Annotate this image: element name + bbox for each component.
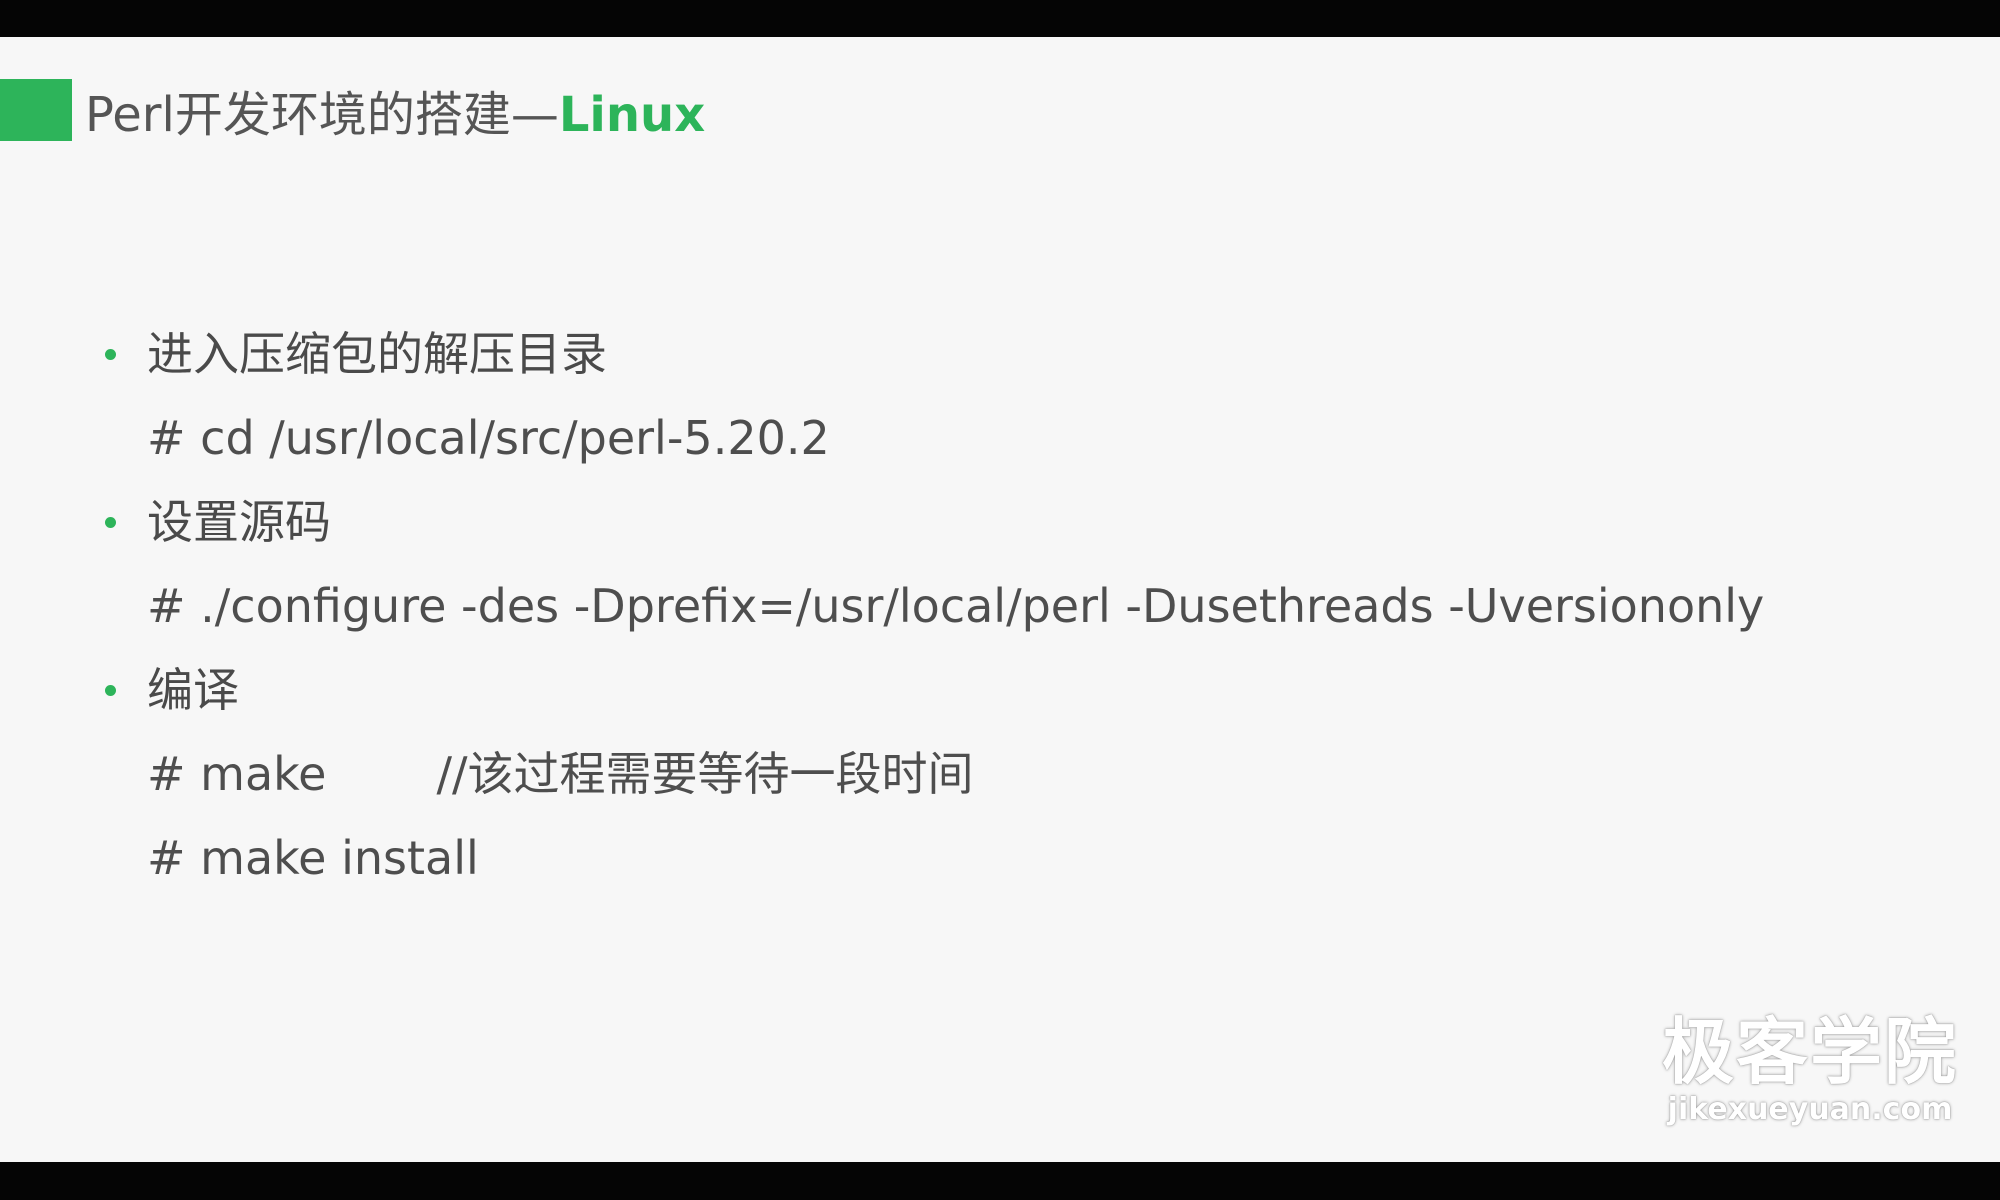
watermark-brand-cn: 极客学院 [1661, 1010, 1958, 1094]
title-accent: Linux [558, 87, 706, 143]
watermark-brand-url: jikexueyuan.com [1667, 1092, 1953, 1127]
bullet-dot [105, 685, 116, 696]
step-1: 进入压缩包的解压目录 [105, 312, 1905, 396]
bullet-dot [105, 349, 116, 360]
bullet-dot [105, 517, 116, 528]
command-text: # make install [147, 831, 479, 885]
step-2-command: # ./configure -des -Dprefix=/usr/local/p… [105, 564, 1905, 648]
step-2-label: 设置源码 [147, 495, 331, 549]
step-3-label: 编译 [147, 663, 239, 717]
title-prefix: Perl开发环境的搭建— [85, 87, 559, 143]
step-1-command: # cd /usr/local/src/perl-5.20.2 [105, 396, 1905, 480]
letterbox-top [0, 0, 2000, 37]
step-3: 编译 [105, 648, 1905, 732]
command-text: # cd /usr/local/src/perl-5.20.2 [147, 411, 830, 465]
slide-title: Perl开发环境的搭建—Linux [85, 85, 705, 145]
brand-watermark: 极客学院 jikexueyuan.com [1660, 1012, 1960, 1128]
step-list: 进入压缩包的解压目录 # cd /usr/local/src/perl-5.20… [105, 312, 1905, 900]
command-comment: //该过程需要等待一段时间 [436, 747, 974, 801]
step-3-command-make-install: # make install [105, 816, 1905, 900]
command-text: # ./configure -des -Dprefix=/usr/local/p… [147, 579, 1765, 633]
step-1-label: 进入压缩包的解压目录 [147, 327, 607, 381]
step-2: 设置源码 [105, 480, 1905, 564]
letterbox-bottom [0, 1162, 2000, 1200]
step-3-command-make: # make //该过程需要等待一段时间 [105, 732, 1905, 816]
slide: Perl开发环境的搭建—Linux 进入压缩包的解压目录 # cd /usr/l… [0, 37, 2000, 1162]
title-marker [0, 79, 72, 141]
command-text: # make [147, 747, 327, 801]
